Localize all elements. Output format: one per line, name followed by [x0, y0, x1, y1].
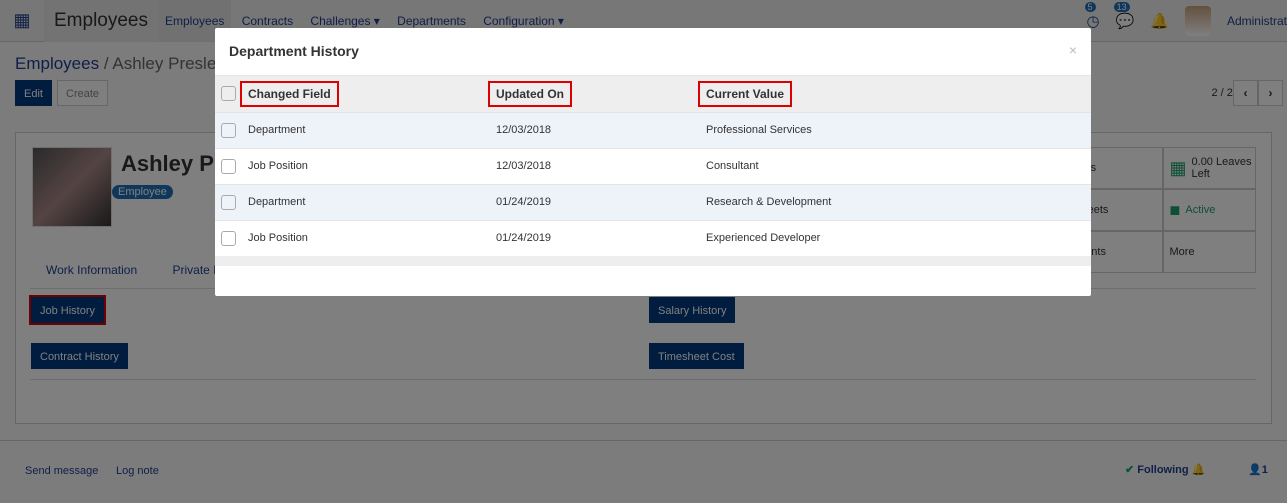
row-checkbox[interactable] — [221, 122, 236, 138]
cell-current-value: Experienced Developer — [706, 219, 1091, 256]
cell-current-value: Professional Services — [706, 111, 1091, 148]
cell-changed-field: Job Position — [248, 147, 496, 184]
cell-changed-field: Job Position — [248, 219, 496, 256]
table-row[interactable]: Department 12/03/2018 Professional Service… — [215, 111, 1091, 148]
cell-changed-field: Department — [248, 183, 496, 220]
row-checkbox[interactable] — [221, 194, 236, 210]
table-row[interactable]: Job Position 01/24/2019 Experienced Develo… — [215, 219, 1091, 256]
history-table: Changed Field Updated On Current Value D… — [215, 76, 1091, 256]
row-checkbox[interactable] — [221, 230, 236, 246]
table-footer — [215, 256, 1091, 266]
cell-updated-on: 12/03/2018 — [496, 147, 706, 184]
department-history-dialog: Department History × Changed Field Update… — [215, 28, 1091, 296]
table-row[interactable]: Department 01/24/2019 Research & Developme… — [215, 183, 1091, 220]
cell-changed-field: Department — [248, 111, 496, 148]
select-all-checkbox[interactable] — [221, 86, 236, 102]
column-current-value[interactable]: Current Value — [698, 80, 793, 107]
modal-title: Department History — [229, 43, 359, 59]
row-checkbox[interactable] — [221, 158, 236, 174]
cell-updated-on: 01/24/2019 — [496, 219, 706, 256]
cell-current-value: Consultant — [706, 147, 1091, 184]
close-icon[interactable]: × — [1069, 42, 1077, 58]
cell-updated-on: 12/03/2018 — [496, 111, 706, 148]
column-changed-field[interactable]: Changed Field — [240, 80, 339, 107]
cell-updated-on: 01/24/2019 — [496, 183, 706, 220]
cell-current-value: Research & Development — [706, 183, 1091, 220]
table-row[interactable]: Job Position 12/03/2018 Consultant — [215, 147, 1091, 184]
column-updated-on[interactable]: Updated On — [488, 80, 572, 107]
